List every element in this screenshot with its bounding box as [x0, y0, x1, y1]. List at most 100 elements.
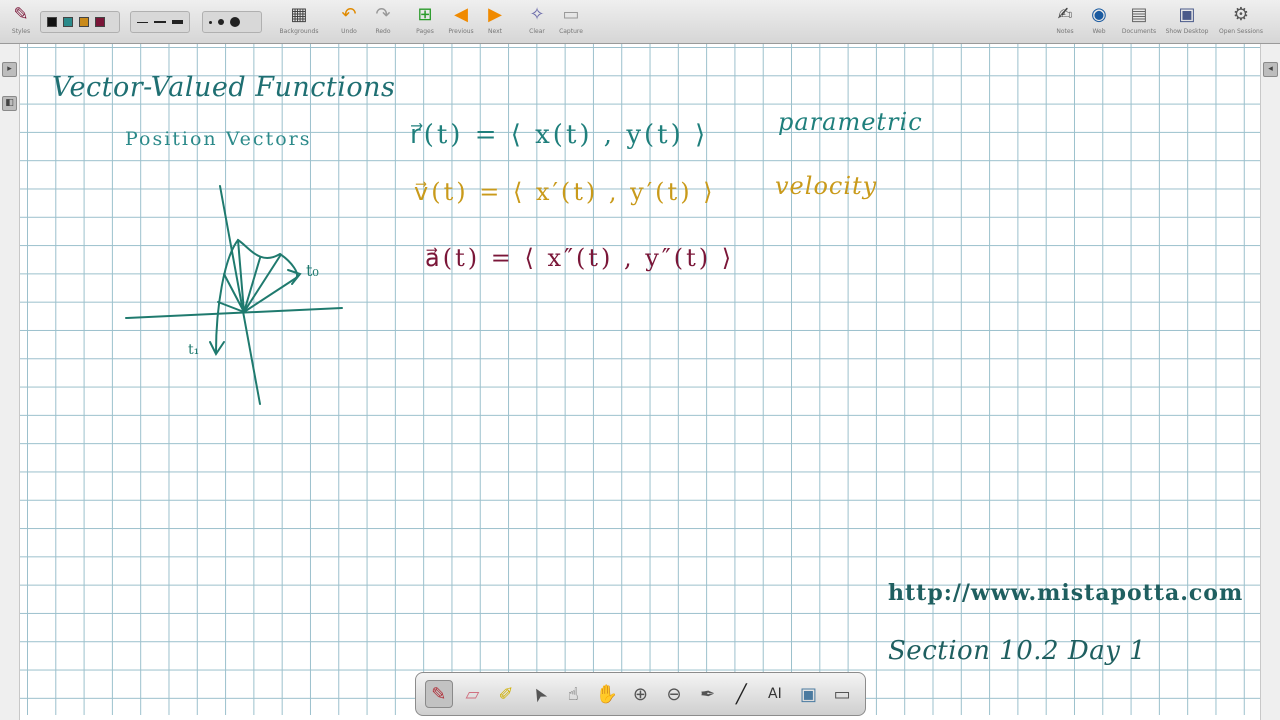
- point-size-medium[interactable]: [218, 19, 224, 25]
- right-side-panel: ◂: [1260, 44, 1280, 720]
- previous-button[interactable]: ◀ Previous: [442, 4, 480, 42]
- sketch-vector-2: [243, 255, 281, 313]
- eraser-icon: ▱: [465, 683, 480, 705]
- eraser-tool-button[interactable]: ▱: [458, 680, 486, 708]
- line-icon: ╱: [735, 683, 747, 705]
- highlighter-tool-button[interactable]: ✐: [492, 680, 520, 708]
- desktop-icon: ▣: [1178, 4, 1196, 25]
- previous-label: Previous: [448, 28, 474, 35]
- zoom-out-tool-button[interactable]: ⊖: [660, 680, 688, 708]
- position-vector-equation: r⃗(t) = ⟨ x(t) , y(t) ⟩: [410, 120, 709, 150]
- redo-button[interactable]: ↷ Redo: [364, 4, 402, 42]
- color-palette: [40, 11, 120, 33]
- text-icon: AI: [768, 686, 782, 702]
- pencil-icon: ✎: [13, 4, 29, 25]
- velocity-label: velocity: [775, 172, 878, 200]
- show-desktop-button[interactable]: ▣ Show Desktop: [1165, 4, 1209, 42]
- fill-icon: ▣: [799, 683, 817, 705]
- undo-label: Undo: [341, 28, 357, 35]
- point-size-palette: [202, 11, 262, 33]
- gear-icon: ⚙: [1232, 4, 1250, 25]
- capture-label: Capture: [559, 28, 583, 35]
- touch-tool-button[interactable]: ☝: [559, 680, 587, 708]
- keyboard-icon: ▭: [833, 683, 851, 705]
- left-panel-toggle-button[interactable]: ▸: [2, 62, 17, 77]
- open-sessions-label: Open Sessions: [1219, 28, 1263, 35]
- zoom-in-icon: ⊕: [632, 683, 648, 705]
- line-width-thick[interactable]: [171, 20, 183, 24]
- web-label: Web: [1092, 28, 1106, 35]
- velocity-vector-equation: v⃗(t) = ⟨ x′(t) , y′(t) ⟩: [414, 178, 716, 206]
- next-button[interactable]: ▶ Next: [476, 4, 514, 42]
- acceleration-vector-equation: a⃗(t) = ⟨ x″(t) , y″(t) ⟩: [425, 244, 735, 272]
- point-size-large[interactable]: [230, 17, 240, 27]
- documents-button[interactable]: ▤ Documents: [1120, 4, 1158, 42]
- web-button[interactable]: ◉ Web: [1080, 4, 1118, 42]
- sketch-label-t0: t₀: [306, 261, 319, 280]
- fill-tool-button[interactable]: ▣: [795, 680, 823, 708]
- backgrounds-icon: ▦: [290, 4, 308, 25]
- highlighter-icon: ✐: [498, 683, 514, 705]
- keyboard-tool-button[interactable]: ▭: [828, 680, 856, 708]
- clear-icon: ✧: [529, 4, 545, 25]
- notes-icon: ✍: [1057, 4, 1073, 25]
- notes-button[interactable]: ✍ Notes: [1046, 4, 1084, 42]
- line-tool-button[interactable]: ╱: [727, 680, 755, 708]
- left-side-panel: ▸ ◧: [0, 44, 20, 720]
- pen-icon: ✎: [431, 683, 447, 705]
- pages-icon: ⊞: [417, 4, 433, 25]
- redo-icon: ↷: [375, 4, 391, 25]
- magic-pen-tool-button[interactable]: ✒: [694, 680, 722, 708]
- pan-tool-button[interactable]: ✋: [593, 680, 621, 708]
- open-sessions-button[interactable]: ⚙ Open Sessions: [1219, 4, 1263, 42]
- notes-subtitle: Position Vectors: [125, 128, 312, 150]
- line-width-medium[interactable]: [154, 21, 166, 23]
- backgrounds-button[interactable]: ▦ Backgrounds: [279, 4, 319, 42]
- styles-label: Styles: [11, 28, 31, 35]
- pen-tool-button[interactable]: ✎: [424, 680, 453, 708]
- sketch-label-t1: t₁: [188, 342, 199, 358]
- magic-pen-icon: ✒: [700, 683, 716, 705]
- undo-button[interactable]: ↶ Undo: [330, 4, 368, 42]
- website-url: http://www.mistapotta.com: [888, 580, 1244, 606]
- undo-icon: ↶: [341, 4, 357, 25]
- color-swatch-teal[interactable]: [63, 17, 73, 27]
- position-vectors-sketch: t₀ t₁: [125, 185, 343, 405]
- pages-button[interactable]: ⊞ Pages: [406, 4, 444, 42]
- zoom-in-tool-button[interactable]: ⊕: [626, 680, 654, 708]
- capture-button[interactable]: ▭ Capture: [552, 4, 590, 42]
- point-size-small[interactable]: [209, 20, 212, 24]
- capture-icon: ▭: [562, 4, 580, 25]
- line-width-thin[interactable]: [137, 21, 149, 23]
- cursor-icon: ➤: [526, 682, 553, 706]
- sketch-curve: [215, 238, 298, 353]
- notes-label: Notes: [1056, 28, 1074, 35]
- documents-label: Documents: [1121, 28, 1157, 35]
- color-swatch-maroon[interactable]: [95, 17, 105, 27]
- right-panel-toggle-button[interactable]: ◂: [1263, 62, 1278, 77]
- top-toolbar: ✎ Styles ▦ Backgrounds ↶ Undo ↷ Redo ⊞ P…: [0, 0, 1280, 44]
- notes-title: Vector-Valued Functions: [52, 72, 396, 103]
- color-swatch-orange[interactable]: [79, 17, 89, 27]
- sketch-x-axis: [125, 307, 343, 319]
- select-tool-button[interactable]: ➤: [526, 680, 554, 708]
- color-swatch-black[interactable]: [47, 17, 57, 27]
- backgrounds-label: Backgrounds: [279, 28, 319, 35]
- zoom-out-icon: ⊖: [666, 683, 682, 705]
- clear-label: Clear: [529, 28, 545, 35]
- parametric-label: parametric: [778, 108, 923, 136]
- styles-button[interactable]: ✎ Styles: [2, 4, 40, 42]
- hand-icon: ✋: [595, 683, 619, 705]
- pages-label: Pages: [416, 28, 434, 35]
- folder-icon: ▤: [1130, 4, 1148, 25]
- left-panel-gallery-button[interactable]: ◧: [2, 96, 17, 111]
- show-desktop-label: Show Desktop: [1165, 28, 1209, 35]
- next-label: Next: [488, 28, 502, 35]
- clear-button[interactable]: ✧ Clear: [518, 4, 556, 42]
- text-tool-button[interactable]: AI: [761, 680, 789, 708]
- arrow-right-icon: ▶: [488, 4, 502, 25]
- globe-icon: ◉: [1091, 4, 1107, 25]
- floating-tools-bar: ✎ ▱ ✐ ➤ ☝ ✋ ⊕ ⊖ ✒ ╱ AI ▣ ▭: [415, 672, 866, 716]
- hand-touch-icon: ☝: [567, 683, 579, 705]
- arrow-left-icon: ◀: [454, 4, 468, 25]
